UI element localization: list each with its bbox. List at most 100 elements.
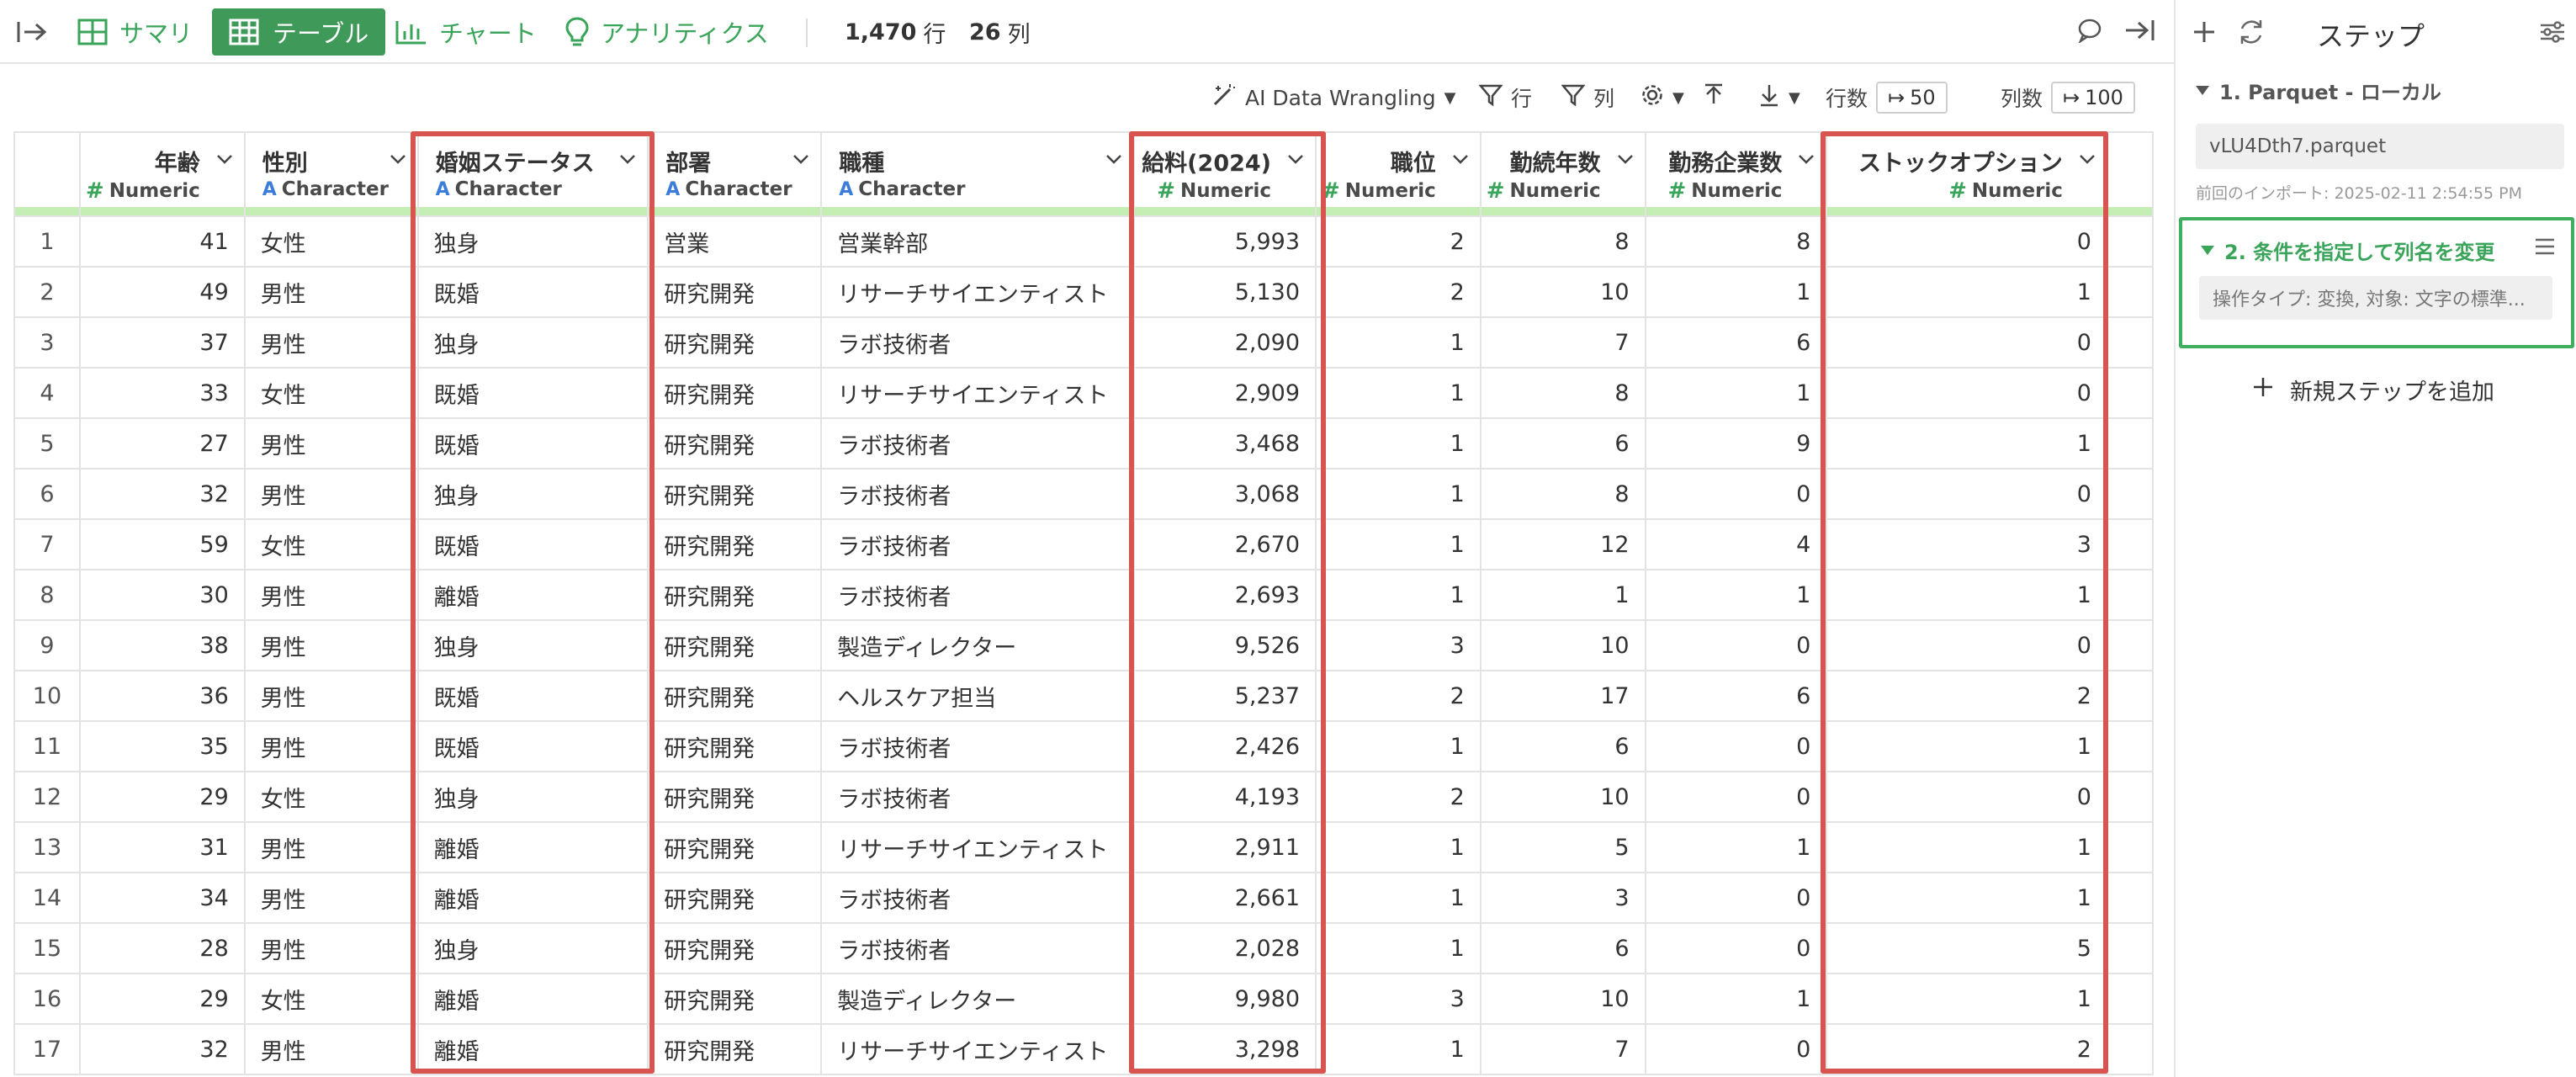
table-cell[interactable]: 研究開発 (647, 872, 823, 924)
table-row[interactable]: 7 59 女性 既婚 研究開発 ラボ技術者 2,670 1 12 4 3 (13, 518, 2154, 570)
table-cell[interactable]: 2,670 (1133, 518, 1317, 570)
column-header-partial[interactable] (2106, 131, 2154, 217)
table-cell[interactable]: 男性 (243, 468, 419, 520)
table-cell[interactable]: 研究開発 (647, 316, 823, 369)
table-cell[interactable]: 2 (1826, 1023, 2108, 1075)
table-cell[interactable]: 0 (1644, 619, 1828, 671)
table-cell[interactable]: 1 (1315, 922, 1481, 974)
table-cell[interactable]: 7 (1479, 1023, 1646, 1075)
table-cell[interactable]: 研究開発 (647, 973, 823, 1025)
table-cell[interactable]: 1 (1315, 821, 1481, 873)
table-cell[interactable]: ラボ技術者 (820, 468, 1136, 520)
table-cell[interactable]: ラボ技術者 (820, 417, 1136, 470)
row-index[interactable]: 17 (13, 1023, 81, 1075)
table-cell[interactable]: ラボ技術者 (820, 569, 1136, 621)
table-cell[interactable]: 離婚 (416, 872, 649, 924)
table-cell[interactable]: 1 (1826, 973, 2108, 1025)
table-cell[interactable]: 4 (1644, 518, 1828, 570)
column-menu-chevron-icon[interactable] (1797, 150, 1815, 168)
row-index[interactable]: 7 (13, 518, 81, 570)
table-cell[interactable]: 4,193 (1133, 771, 1317, 823)
table-cell[interactable]: 独身 (416, 316, 649, 369)
column-header[interactable]: 年齢 # Numeric (78, 131, 246, 217)
table-cell[interactable]: 5 (1479, 821, 1646, 873)
table-cell[interactable]: 男性 (243, 1023, 419, 1075)
table-cell[interactable]: 2 (1315, 266, 1481, 318)
table-cell[interactable]: 独身 (416, 771, 649, 823)
table-cell[interactable]: 5,237 (1133, 670, 1317, 722)
table-row[interactable]: 15 28 男性 独身 研究開発 ラボ技術者 2,028 1 6 0 5 (13, 922, 2154, 974)
add-step-icon[interactable] (2187, 15, 2221, 49)
table-cell[interactable]: 1 (1826, 720, 2108, 772)
table-cell[interactable]: 営業幹部 (820, 215, 1136, 268)
table-cell[interactable]: 女性 (243, 518, 419, 570)
row-index[interactable]: 14 (13, 872, 81, 924)
column-header[interactable]: 給料(2024) # Numeric (1133, 131, 1317, 217)
table-cell[interactable]: 2 (1315, 215, 1481, 268)
table-cell[interactable]: 男性 (243, 316, 419, 369)
table-row[interactable]: 4 33 女性 既婚 研究開発 リサーチサイエンティスト 2,909 1 8 1 0 (13, 367, 2154, 419)
table-cell[interactable]: 0 (1826, 215, 2108, 268)
column-header[interactable]: 勤務企業数 # Numeric (1644, 131, 1828, 217)
table-cell[interactable]: 9,980 (1133, 973, 1317, 1025)
row-index[interactable]: 5 (13, 417, 81, 470)
collapse-panel-button[interactable] (2123, 0, 2155, 64)
table-cell[interactable]: 3,068 (1133, 468, 1317, 520)
column-menu-chevron-icon[interactable] (792, 150, 810, 168)
row-index[interactable]: 15 (13, 922, 81, 974)
table-cell[interactable]: 既婚 (416, 720, 649, 772)
table-cell[interactable]: 0 (1644, 872, 1828, 924)
step-rename-columns[interactable]: 2. 条件を指定して列名を変更 操作タイプ: 変換, 対象: 文字の標準... (2179, 217, 2574, 348)
table-cell[interactable]: 8 (1644, 215, 1828, 268)
table-cell[interactable]: 8 (1479, 468, 1646, 520)
table-cell[interactable]: 1 (1644, 367, 1828, 419)
table-cell[interactable]: 1 (1644, 569, 1828, 621)
table-cell[interactable]: 32 (78, 1023, 246, 1075)
table-cell[interactable]: 1 (1315, 468, 1481, 520)
table-cell[interactable]: ラボ技術者 (820, 720, 1136, 772)
table-cell[interactable]: 6 (1479, 720, 1646, 772)
table-cell[interactable]: 1 (1826, 417, 2108, 470)
table-cell[interactable]: 1 (1644, 266, 1828, 318)
table-cell[interactable]: リサーチサイエンティスト (820, 1023, 1136, 1075)
table-row[interactable]: 6 32 男性 独身 研究開発 ラボ技術者 3,068 1 8 0 0 (13, 468, 2154, 520)
table-row[interactable]: 13 31 男性 離婚 研究開発 リサーチサイエンティスト 2,911 1 5 1 1 (13, 821, 2154, 873)
table-cell[interactable]: 女性 (243, 973, 419, 1025)
table-cell[interactable]: 1 (1826, 872, 2108, 924)
table-cell[interactable]: 2,426 (1133, 720, 1317, 772)
table-cell[interactable]: 研究開発 (647, 367, 823, 419)
column-menu-chevron-icon[interactable] (1616, 150, 1635, 168)
table-cell[interactable]: 6 (1479, 922, 1646, 974)
tab-summary[interactable]: サマリ (77, 0, 193, 64)
table-row[interactable]: 8 30 男性 離婚 研究開発 ラボ技術者 2,693 1 1 1 1 (13, 569, 2154, 621)
column-menu-chevron-icon[interactable] (1451, 150, 1470, 168)
table-cell[interactable]: 2,028 (1133, 922, 1317, 974)
table-cell[interactable]: 29 (78, 771, 246, 823)
table-cell[interactable]: 3 (1479, 872, 1646, 924)
table-cell[interactable]: 0 (1826, 316, 2108, 369)
table-cell[interactable]: 研究開発 (647, 821, 823, 873)
table-cell[interactable]: 7 (1479, 316, 1646, 369)
table-cell[interactable]: 男性 (243, 619, 419, 671)
step-header[interactable]: 1. Parquet - ローカル (2196, 76, 2566, 105)
refresh-icon[interactable] (2234, 15, 2268, 49)
table-cell[interactable]: 17 (1479, 670, 1646, 722)
table-cell[interactable]: 6 (1479, 417, 1646, 470)
table-cell[interactable]: リサーチサイエンティスト (820, 367, 1136, 419)
table-cell[interactable]: 3,298 (1133, 1023, 1317, 1075)
table-cell[interactable]: 既婚 (416, 670, 649, 722)
column-header[interactable]: 職位 # Numeric (1315, 131, 1481, 217)
table-cell[interactable]: 30 (78, 569, 246, 621)
table-cell[interactable]: 離婚 (416, 1023, 649, 1075)
menu-icon[interactable] (2534, 237, 2556, 256)
table-cell[interactable]: 28 (78, 922, 246, 974)
table-cell[interactable]: 男性 (243, 569, 419, 621)
row-index[interactable]: 1 (13, 215, 81, 268)
table-cell[interactable]: 0 (1826, 367, 2108, 419)
table-cell[interactable]: 34 (78, 872, 246, 924)
table-cell[interactable]: 3 (1315, 973, 1481, 1025)
row-index[interactable]: 13 (13, 821, 81, 873)
row-index[interactable]: 11 (13, 720, 81, 772)
table-cell[interactable]: 0 (1644, 720, 1828, 772)
row-limit-input[interactable]: ↦ 50 (1876, 82, 1948, 114)
